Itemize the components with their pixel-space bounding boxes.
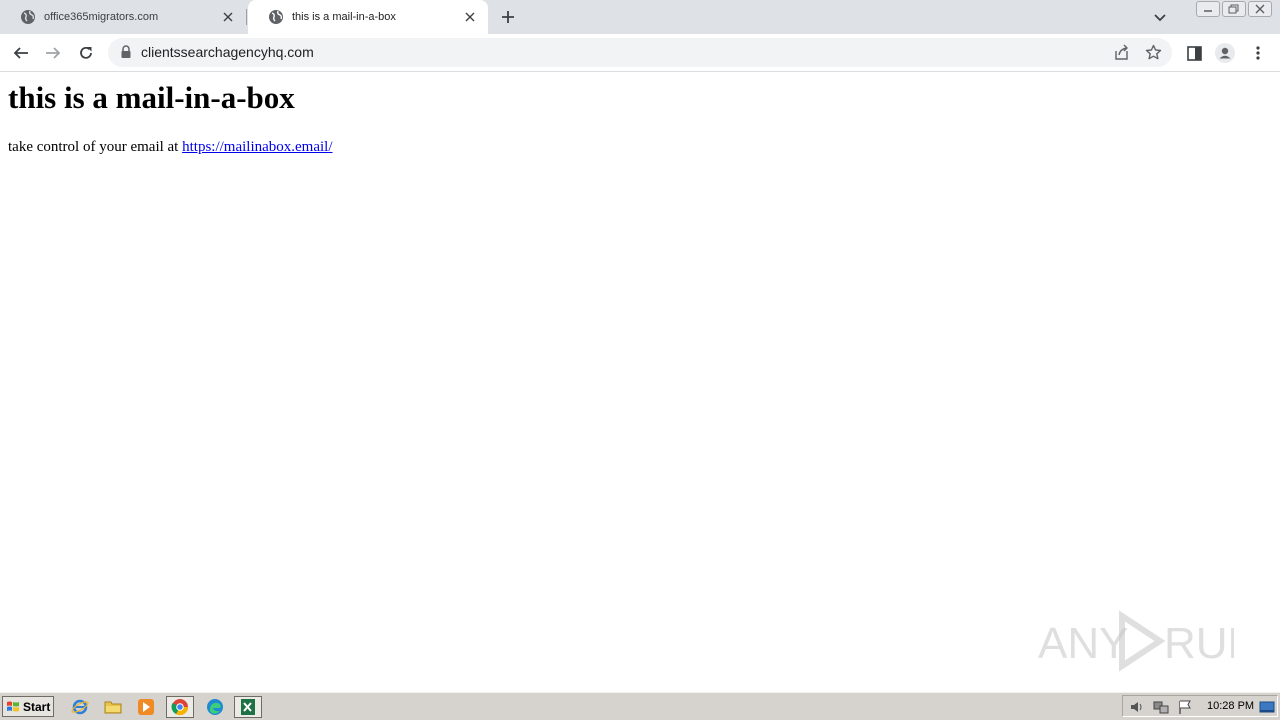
page-heading: this is a mail-in-a-box bbox=[8, 80, 295, 115]
minimize-icon[interactable] bbox=[1196, 1, 1220, 17]
bookmark-star-icon[interactable] bbox=[1145, 44, 1162, 61]
edge-icon[interactable] bbox=[205, 697, 225, 717]
chrome-icon[interactable] bbox=[166, 696, 194, 718]
url-text[interactable]: clientssearchagencyhq.com bbox=[141, 44, 314, 60]
close-tab-icon[interactable] bbox=[462, 9, 478, 25]
back-arrow-icon[interactable] bbox=[11, 43, 31, 63]
forward-arrow-icon[interactable] bbox=[43, 43, 63, 63]
internet-explorer-icon[interactable] bbox=[70, 697, 90, 717]
tab-title: office365migrators.com bbox=[44, 11, 159, 23]
lock-icon[interactable] bbox=[120, 45, 132, 59]
media-player-icon[interactable] bbox=[136, 697, 156, 717]
start-button[interactable]: Start bbox=[2, 696, 54, 717]
clock[interactable]: 10:28 PM bbox=[1207, 700, 1254, 712]
share-icon[interactable] bbox=[1113, 44, 1130, 61]
network-icon[interactable] bbox=[1153, 699, 1169, 715]
window-controls bbox=[1196, 1, 1272, 17]
browser-toolbar: clientssearchagencyhq.com bbox=[0, 34, 1280, 72]
speaker-icon[interactable] bbox=[1129, 699, 1145, 715]
show-desktop-icon[interactable] bbox=[1259, 699, 1275, 715]
watermark-text-run: RUN bbox=[1164, 619, 1234, 668]
reload-icon[interactable] bbox=[76, 43, 96, 63]
chevron-down-icon[interactable] bbox=[1152, 9, 1168, 25]
profile-avatar-icon[interactable] bbox=[1215, 43, 1235, 63]
windows-logo-icon bbox=[7, 701, 19, 711]
anyrun-watermark: ANY RUN bbox=[1038, 610, 1234, 672]
tab-mail-in-a-box[interactable]: this is a mail-in-a-box bbox=[248, 0, 488, 34]
watermark-text-any: ANY bbox=[1038, 619, 1128, 668]
tab-separator bbox=[246, 9, 247, 25]
action-center-flag-icon[interactable] bbox=[1177, 699, 1193, 715]
tab-title: this is a mail-in-a-box bbox=[292, 11, 396, 23]
restore-icon[interactable] bbox=[1222, 1, 1246, 17]
intro-text: take control of your email at bbox=[8, 139, 183, 155]
page-content: this is a mail-in-a-box take control of … bbox=[0, 72, 1280, 692]
start-label: Start bbox=[23, 699, 51, 714]
system-tray: 10:28 PM bbox=[1122, 695, 1278, 717]
excel-icon[interactable] bbox=[234, 696, 262, 718]
globe-icon bbox=[269, 10, 283, 24]
mailinabox-link[interactable]: https://mailinabox.email/ bbox=[182, 139, 332, 155]
globe-icon bbox=[21, 10, 35, 24]
address-bar[interactable]: clientssearchagencyhq.com bbox=[108, 38, 1172, 67]
taskbar: Start 10:28 PM bbox=[0, 692, 1280, 720]
intro-paragraph: take control of your email at https://ma… bbox=[8, 139, 333, 156]
tab-strip: office365migrators.com this is a mail-in… bbox=[0, 0, 1280, 34]
tab-office365migrators[interactable]: office365migrators.com bbox=[0, 0, 246, 34]
menu-kebab-icon[interactable] bbox=[1248, 43, 1268, 63]
new-tab-plus-icon[interactable] bbox=[499, 8, 517, 26]
close-tab-icon[interactable] bbox=[220, 9, 236, 25]
close-window-icon[interactable] bbox=[1248, 1, 1272, 17]
file-explorer-icon[interactable] bbox=[103, 697, 123, 717]
side-panel-icon[interactable] bbox=[1184, 43, 1204, 63]
